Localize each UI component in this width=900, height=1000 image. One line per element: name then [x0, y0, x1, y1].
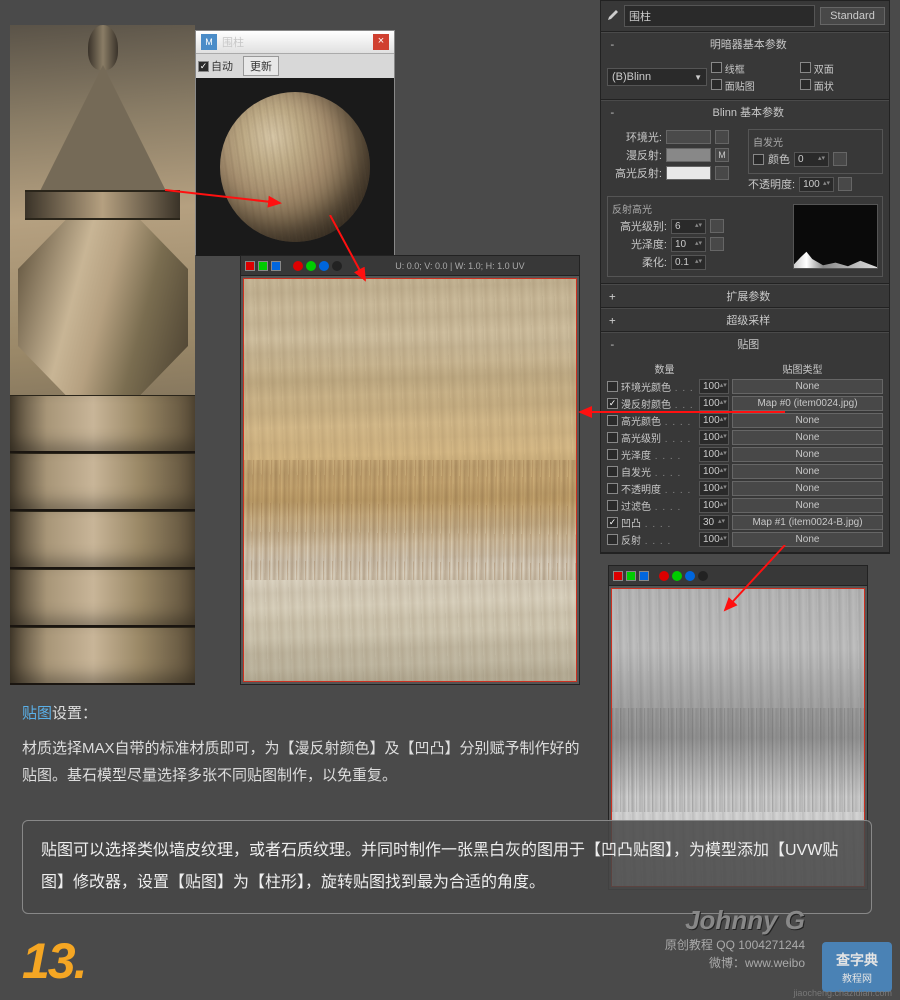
map-slot-button[interactable]: None — [732, 464, 883, 479]
close-icon[interactable]: × — [373, 34, 389, 50]
map-checkbox[interactable] — [607, 432, 618, 443]
map-label: 光泽度 . . . . — [621, 447, 696, 462]
diffuse-swatch[interactable] — [666, 148, 711, 162]
map-label: 自发光 . . . . — [621, 464, 696, 479]
selfillum-color-checkbox[interactable] — [753, 154, 764, 165]
map-slot-button[interactable]: Map #0 (item0024.jpg) — [732, 396, 883, 411]
corner-logo: 查字典教程网 — [822, 942, 892, 992]
highlight-graph — [793, 204, 878, 269]
map-checkbox[interactable] — [607, 381, 618, 392]
rollout-maps-header[interactable]: -贴图 — [601, 332, 889, 355]
map-checkbox[interactable]: ✓ — [607, 398, 618, 409]
map-checkbox[interactable] — [607, 415, 618, 426]
auto-checkbox[interactable]: ✓自动 — [198, 56, 233, 76]
rollout-super-header[interactable]: +超级采样 — [601, 308, 889, 331]
map-row: 反射 . . . . 100▴▾ None — [607, 531, 883, 548]
callout-box: 贴图可以选择类似墙皮纹理，或者石质纹理。并同时制作一张黑白灰的图用于【凹凸贴图】… — [22, 820, 872, 914]
map-checkbox[interactable] — [607, 534, 618, 545]
eyedropper-icon[interactable] — [605, 9, 619, 23]
author-credit: Johnny G 原创教程 QQ 1004271244 微博：www.weibo — [665, 905, 805, 972]
texture-toolbar[interactable] — [609, 566, 867, 586]
specular-map-button[interactable] — [715, 166, 729, 180]
map-amount-spinner[interactable]: 100▴▾ — [699, 498, 729, 513]
diffuse-texture-window: U: 0.0; V: 0.0 | W: 1.0; H: 1.0 UV — [240, 255, 580, 685]
map-amount-spinner[interactable]: 100▴▾ — [699, 532, 729, 547]
material-type-button[interactable]: Standard — [820, 7, 885, 25]
selfillum-spinner[interactable]: 0▴▾ — [794, 152, 829, 167]
map-row: 光泽度 . . . . 100▴▾ None — [607, 446, 883, 463]
diffuse-map-button[interactable]: M — [715, 148, 729, 162]
map-slot-button[interactable]: None — [732, 481, 883, 496]
material-preview-window: M 围柱 × ✓自动 更新 — [195, 30, 395, 255]
update-button[interactable]: 更新 — [243, 56, 279, 76]
section-title: 贴图设置： — [22, 700, 97, 727]
map-label: 高光级别 . . . . — [621, 430, 696, 445]
twosided-checkbox[interactable]: 双面 — [800, 61, 883, 76]
map-checkbox[interactable] — [607, 483, 618, 494]
map-amount-spinner[interactable]: 100▴▾ — [699, 481, 729, 496]
map-amount-spinner[interactable]: 100▴▾ — [699, 447, 729, 462]
opacity-spinner[interactable]: 100▴▾ — [799, 177, 834, 192]
facemap-checkbox[interactable]: 面贴图 — [711, 78, 794, 93]
tower-render — [10, 25, 195, 665]
diffuse-texture — [243, 278, 577, 682]
app-icon: M — [201, 34, 217, 50]
map-row: 不透明度 . . . . 100▴▾ None — [607, 480, 883, 497]
spec-level-spinner[interactable]: 6▴▾ — [671, 219, 706, 234]
corner-url: jiaocheng.chazidian.com — [793, 988, 892, 998]
map-checkbox[interactable] — [607, 500, 618, 511]
map-slot-button[interactable]: None — [732, 498, 883, 513]
map-label: 漫反射颜色 . . . . — [621, 396, 696, 411]
map-row: 环境光颜色 . . . . 100▴▾ None — [607, 378, 883, 395]
map-amount-spinner[interactable]: 100▴▾ — [699, 379, 729, 394]
map-amount-spinner[interactable]: 100▴▾ — [699, 413, 729, 428]
map-slot-button[interactable]: Map #1 (item0024-B.jpg) — [732, 515, 883, 530]
ambient-swatch[interactable] — [666, 130, 711, 144]
rollout-ext-header[interactable]: +扩展参数 — [601, 284, 889, 307]
material-editor-panel: 围柱 Standard -明暗器基本参数 (B)Blinn▼ 线框 双面 面贴图… — [600, 0, 890, 554]
map-checkbox[interactable] — [607, 466, 618, 477]
wire-checkbox[interactable]: 线框 — [711, 61, 794, 76]
map-amount-spinner[interactable]: 30▴▾ — [699, 515, 729, 530]
map-amount-spinner[interactable]: 100▴▾ — [699, 464, 729, 479]
map-slot-button[interactable]: None — [732, 413, 883, 428]
map-label: 凹凸 . . . . — [621, 515, 696, 530]
map-row: ✓ 漫反射颜色 . . . . 100▴▾ Map #0 (item0024.j… — [607, 395, 883, 412]
map-amount-spinner[interactable]: 100▴▾ — [699, 430, 729, 445]
soften-spinner[interactable]: 0.1▴▾ — [671, 255, 706, 270]
map-slot-button[interactable]: None — [732, 532, 883, 547]
map-label: 过滤色 . . . . — [621, 498, 696, 513]
map-label: 环境光颜色 . . . . — [621, 379, 696, 394]
texture-toolbar[interactable]: U: 0.0; V: 0.0 | W: 1.0; H: 1.0 UV — [241, 256, 579, 276]
map-slot-button[interactable]: None — [732, 447, 883, 462]
rollout-blinn-header[interactable]: -Blinn 基本参数 — [601, 100, 889, 123]
description-text: 材质选择MAX自带的标准材质即可，为【漫反射颜色】及【凹凸】分别赋予制作好的贴图… — [22, 735, 582, 789]
map-row: 高光级别 . . . . 100▴▾ None — [607, 429, 883, 446]
map-label: 不透明度 . . . . — [621, 481, 696, 496]
map-checkbox[interactable]: ✓ — [607, 517, 618, 528]
material-preview-title: 围柱 — [222, 34, 244, 50]
map-row: 高光颜色 . . . . 100▴▾ None — [607, 412, 883, 429]
specular-swatch[interactable] — [666, 166, 711, 180]
gloss-spinner[interactable]: 10▴▾ — [671, 237, 706, 252]
map-label: 高光颜色 . . . . — [621, 413, 696, 428]
map-checkbox[interactable] — [607, 449, 618, 460]
map-slot-button[interactable]: None — [732, 430, 883, 445]
map-slot-button[interactable]: None — [732, 379, 883, 394]
map-row: ✓ 凹凸 . . . . 30▴▾ Map #1 (item0024-B.jpg… — [607, 514, 883, 531]
map-amount-spinner[interactable]: 100▴▾ — [699, 396, 729, 411]
material-name-field[interactable]: 围柱 — [624, 5, 815, 27]
ambient-map-button[interactable] — [715, 130, 729, 144]
step-number: 13. — [22, 932, 86, 990]
map-row: 自发光 . . . . 100▴▾ None — [607, 463, 883, 480]
map-label: 反射 . . . . — [621, 532, 696, 547]
map-row: 过滤色 . . . . 100▴▾ None — [607, 497, 883, 514]
material-sphere — [220, 92, 370, 242]
faceted-checkbox[interactable]: 面状 — [800, 78, 883, 93]
rollout-shader-header[interactable]: -明暗器基本参数 — [601, 32, 889, 55]
shader-dropdown[interactable]: (B)Blinn▼ — [607, 68, 707, 86]
